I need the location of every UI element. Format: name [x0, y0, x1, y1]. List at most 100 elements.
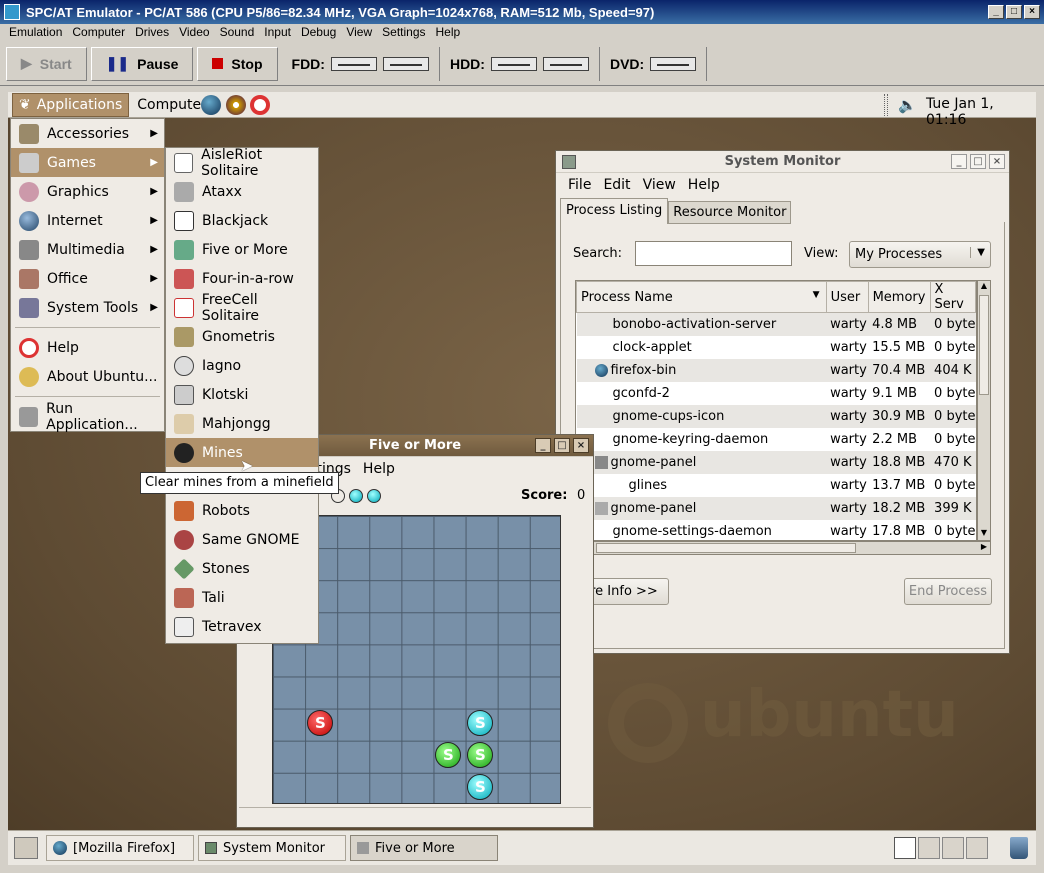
- maximize-button[interactable]: □: [970, 154, 986, 169]
- menu-item-klotski[interactable]: Klotski: [166, 380, 318, 409]
- column-process-name[interactable]: Process Name ▼: [576, 281, 827, 313]
- taskbar-item-system-monitor[interactable]: System Monitor: [198, 835, 346, 861]
- help-launcher-icon[interactable]: [250, 95, 270, 115]
- table-row[interactable]: clock-applet warty 15.5 MB 0 byte: [577, 336, 976, 359]
- minimize-button[interactable]: _: [535, 438, 551, 453]
- menu-item-aisleriot[interactable]: AisleRiot Solitaire: [166, 147, 318, 179]
- table-row[interactable]: gnome-panel warty 18.8 MB 470 K: [576, 450, 976, 474]
- tab-resource-monitor[interactable]: Resource Monitor: [668, 201, 792, 224]
- table-row[interactable]: bonobo-activation-server warty 4.8 MB 0 byt…: [576, 312, 976, 336]
- menu-help[interactable]: Help: [431, 24, 466, 42]
- menu-item-iagno[interactable]: Iagno: [166, 351, 318, 380]
- menu-item-tetravex[interactable]: Tetravex: [166, 612, 318, 641]
- menu-edit[interactable]: Edit: [597, 177, 636, 193]
- column-user[interactable]: User: [825, 281, 869, 313]
- table-row[interactable]: gnome-keyring-daemon warty 2.2 MB 0 byte: [577, 428, 976, 451]
- menu-item-run-application[interactable]: Run Application...: [11, 401, 164, 433]
- workspace-4[interactable]: [966, 837, 988, 859]
- applications-menu-button[interactable]: ❦ Applications: [12, 92, 130, 117]
- computer-menu-button[interactable]: Computer: [137, 97, 207, 113]
- ball-red[interactable]: [307, 710, 333, 736]
- stop-button[interactable]: Stop: [197, 46, 278, 81]
- menu-item-robots[interactable]: Robots: [166, 496, 318, 525]
- maximize-button[interactable]: □: [1006, 5, 1022, 19]
- fdd-a-icon[interactable]: [330, 56, 377, 71]
- trash-icon[interactable]: [1010, 837, 1028, 859]
- volume-icon[interactable]: 🔈: [898, 96, 917, 114]
- tab-process-listing[interactable]: Process Listing: [560, 198, 669, 224]
- close-button[interactable]: ×: [573, 438, 589, 453]
- ball-green[interactable]: [435, 742, 461, 768]
- close-button[interactable]: ×: [989, 154, 1005, 169]
- column-memory[interactable]: Memory: [867, 281, 931, 313]
- pause-button[interactable]: ❚❚ Pause: [90, 46, 194, 81]
- table-row[interactable]: gnome-cups-icon warty 30.9 MB 0 byte: [576, 404, 976, 428]
- scroll-up-icon[interactable]: ▲: [978, 281, 990, 293]
- workspace-1[interactable]: [894, 837, 916, 859]
- menu-item-about-ubuntu[interactable]: About Ubuntu...: [11, 362, 164, 391]
- menu-item-graphics[interactable]: Graphics ▶: [11, 177, 164, 206]
- close-button[interactable]: ×: [1024, 5, 1040, 19]
- menu-settings[interactable]: Settings: [377, 24, 430, 42]
- menu-input[interactable]: Input: [259, 24, 296, 42]
- menu-item-help[interactable]: Help: [11, 333, 164, 362]
- dvd-icon[interactable]: [650, 56, 697, 71]
- workspace-3[interactable]: [942, 837, 964, 859]
- menu-emulation[interactable]: Emulation: [4, 24, 67, 42]
- table-row[interactable]: gconfd-2 warty 9.1 MB 0 byte: [577, 382, 976, 405]
- menu-item-ataxx[interactable]: Ataxx: [166, 177, 318, 206]
- ball-cyan[interactable]: [467, 774, 493, 800]
- menu-item-gnometris[interactable]: Gnometris: [166, 322, 318, 351]
- taskbar-item-five-or-more[interactable]: Five or More: [350, 835, 498, 861]
- menu-item-four-in-a-row[interactable]: Four-in-a-row: [166, 264, 318, 293]
- menu-debug[interactable]: Debug: [296, 24, 341, 42]
- table-row[interactable]: glines warty 13.7 MB 0 byte: [577, 474, 976, 497]
- vertical-scrollbar[interactable]: ▲ ▼: [977, 280, 991, 541]
- h-scrollbar-thumb[interactable]: [596, 543, 856, 553]
- menu-help[interactable]: Help: [682, 177, 726, 193]
- column-x-server[interactable]: X Serv: [929, 281, 976, 313]
- taskbar-item-firefox[interactable]: [Mozilla Firefox]: [46, 835, 194, 861]
- start-button[interactable]: ▶ Start: [6, 46, 87, 81]
- workspace-2[interactable]: [918, 837, 940, 859]
- menu-view[interactable]: View: [341, 24, 377, 42]
- menu-item-multimedia[interactable]: Multimedia ▶: [11, 235, 164, 264]
- menu-item-games[interactable]: Games ▶: [11, 148, 164, 177]
- menu-help[interactable]: Help: [357, 461, 401, 477]
- scrollbar-thumb[interactable]: [979, 295, 989, 395]
- menu-item-freecell[interactable]: FreeCell Solitaire: [166, 292, 318, 324]
- search-input[interactable]: [635, 241, 792, 266]
- menu-video[interactable]: Video: [174, 24, 214, 42]
- fdd-b-icon[interactable]: [382, 56, 429, 71]
- end-process-button[interactable]: End Process: [904, 578, 992, 605]
- scroll-down-icon[interactable]: ▼: [978, 528, 990, 540]
- menu-item-accessories[interactable]: Accessories ▶: [11, 119, 164, 148]
- horizontal-scrollbar[interactable]: ▶: [575, 541, 991, 555]
- show-desktop-icon[interactable]: [14, 837, 38, 859]
- ball-green[interactable]: [467, 742, 493, 768]
- menu-item-office[interactable]: Office ▶: [11, 264, 164, 293]
- menu-item-stones[interactable]: Stones: [166, 554, 318, 583]
- maximize-button[interactable]: □: [554, 438, 570, 453]
- menu-drives[interactable]: Drives: [130, 24, 174, 42]
- clock[interactable]: Tue Jan 1, 01:16: [926, 96, 1036, 128]
- menu-item-system-tools[interactable]: System Tools ▶: [11, 293, 164, 322]
- table-row[interactable]: gnome-settings-daemon warty 17.8 MB 0 byte: [577, 520, 976, 541]
- menu-item-blackjack[interactable]: Blackjack: [166, 206, 318, 235]
- minimize-button[interactable]: _: [951, 154, 967, 169]
- menu-item-tali[interactable]: Tali: [166, 583, 318, 612]
- scroll-right-icon[interactable]: ▶: [978, 542, 990, 554]
- menu-file[interactable]: File: [562, 177, 597, 193]
- hdd-1-icon[interactable]: [490, 56, 537, 71]
- hdd-2-icon[interactable]: [542, 56, 589, 71]
- menu-sound[interactable]: Sound: [215, 24, 260, 42]
- system-monitor-title-bar[interactable]: System Monitor _ □ ×: [556, 151, 1009, 173]
- view-select[interactable]: My Processes ▼: [849, 241, 991, 268]
- evolution-launcher-icon[interactable]: [226, 95, 246, 115]
- table-row[interactable]: firefox-bin warty 70.4 MB 404 K: [576, 358, 976, 382]
- minimize-button[interactable]: _: [988, 5, 1004, 19]
- menu-item-internet[interactable]: Internet ▶: [11, 206, 164, 235]
- menu-item-mahjongg[interactable]: Mahjongg: [166, 409, 318, 438]
- ball-cyan[interactable]: [467, 710, 493, 736]
- menu-item-same-gnome[interactable]: Same GNOME: [166, 525, 318, 554]
